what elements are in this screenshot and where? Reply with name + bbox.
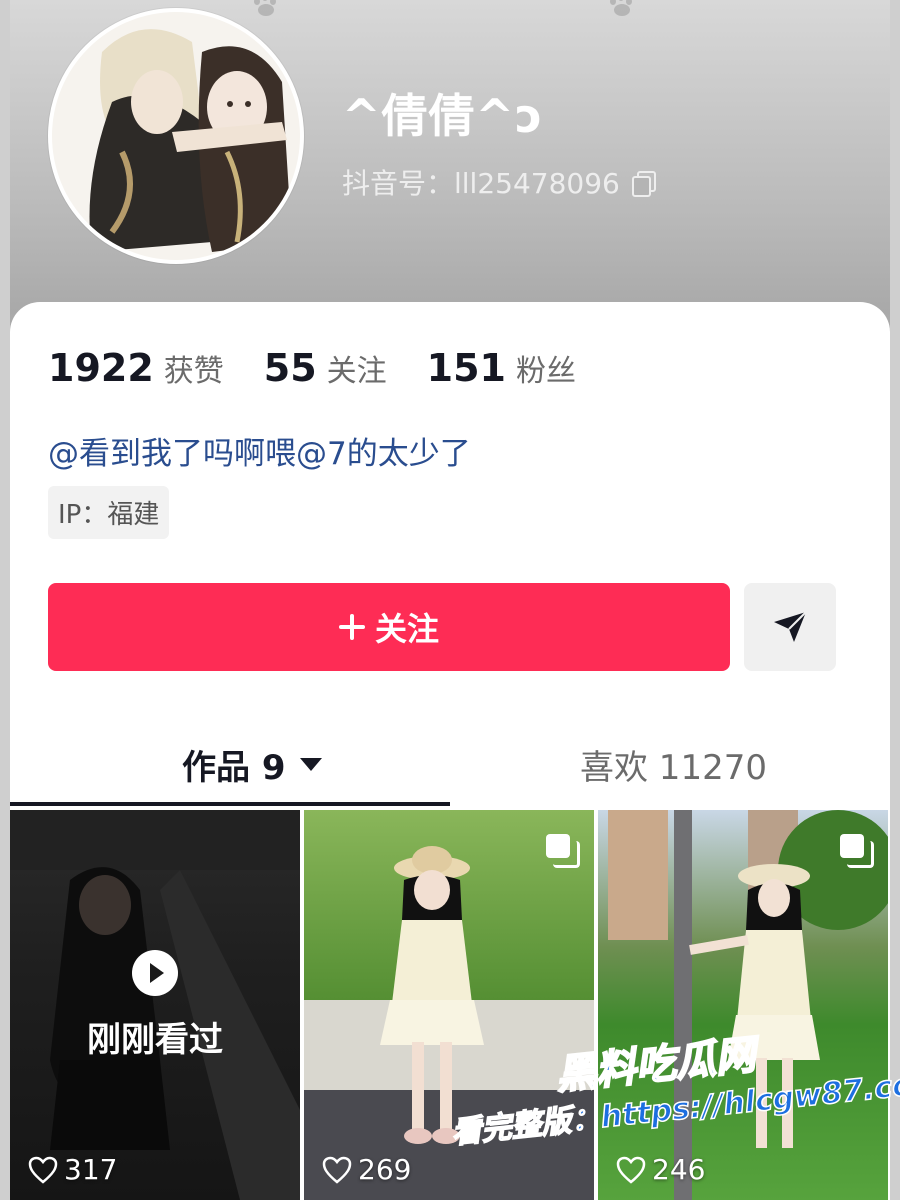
stat-likes[interactable]: 1922 获赞	[48, 346, 224, 390]
active-tab-indicator	[10, 802, 450, 806]
multi-image-icon	[840, 834, 874, 868]
post-likes: 269	[322, 1153, 411, 1186]
username: ^倩倩^ↄ	[342, 89, 544, 143]
tab-likes[interactable]: 喜欢 11270	[580, 740, 767, 789]
avatar-illustration	[52, 12, 300, 260]
heart-icon	[28, 1156, 58, 1184]
play-icon	[132, 950, 178, 996]
follow-button-label: 关注	[374, 610, 439, 648]
followers-count: 151	[426, 346, 506, 390]
ip-location-badge: IP：福建	[48, 486, 170, 539]
post-likes-count: 317	[64, 1153, 118, 1186]
profile-page: ^倩倩^ↄ 抖音号：lll25478096 1922 获赞 55 关注 151 …	[0, 0, 900, 1200]
stats-row: 1922 获赞 55 关注 151 粉丝	[48, 346, 576, 390]
post-tile[interactable]: 刚刚看过 317	[10, 810, 300, 1200]
avatar[interactable]	[48, 8, 304, 264]
paw-decoration-icon	[606, 0, 636, 20]
multi-image-icon	[546, 834, 580, 868]
likes-label: 获赞	[163, 354, 224, 389]
just-watched-overlay: 刚刚看过	[10, 950, 300, 1061]
douyin-id: 抖音号：lll25478096	[342, 162, 656, 202]
heart-icon	[322, 1156, 352, 1184]
douyin-id-text: 抖音号：lll25478096	[342, 167, 620, 200]
bio-text[interactable]: @看到我了吗啊喂@7的太少了	[48, 428, 471, 473]
left-edge	[0, 0, 10, 1200]
following-count: 55	[263, 346, 317, 390]
share-button[interactable]	[744, 583, 836, 671]
copy-icon[interactable]	[631, 171, 656, 197]
following-label: 关注	[326, 354, 387, 389]
send-icon	[774, 611, 807, 642]
paw-decoration-icon	[250, 0, 280, 20]
stat-followers[interactable]: 151 粉丝	[427, 346, 576, 390]
post-likes: 317	[28, 1153, 117, 1186]
stat-following[interactable]: 55 关注	[264, 346, 387, 390]
plus-icon	[338, 614, 365, 640]
tab-works-label: 作品 9	[182, 748, 286, 788]
tab-works[interactable]: 作品 9	[182, 740, 322, 789]
content-tabs: 作品 9 喜欢 11270	[10, 730, 890, 810]
just-watched-label: 刚刚看过	[87, 1020, 223, 1060]
post-likes-count: 269	[358, 1153, 412, 1186]
followers-label: 粉丝	[515, 354, 576, 389]
tab-likes-label: 喜欢 11270	[580, 748, 767, 788]
caret-down-icon	[299, 758, 322, 771]
likes-count: 1922	[48, 346, 154, 390]
follow-button[interactable]: 关注	[48, 583, 730, 671]
